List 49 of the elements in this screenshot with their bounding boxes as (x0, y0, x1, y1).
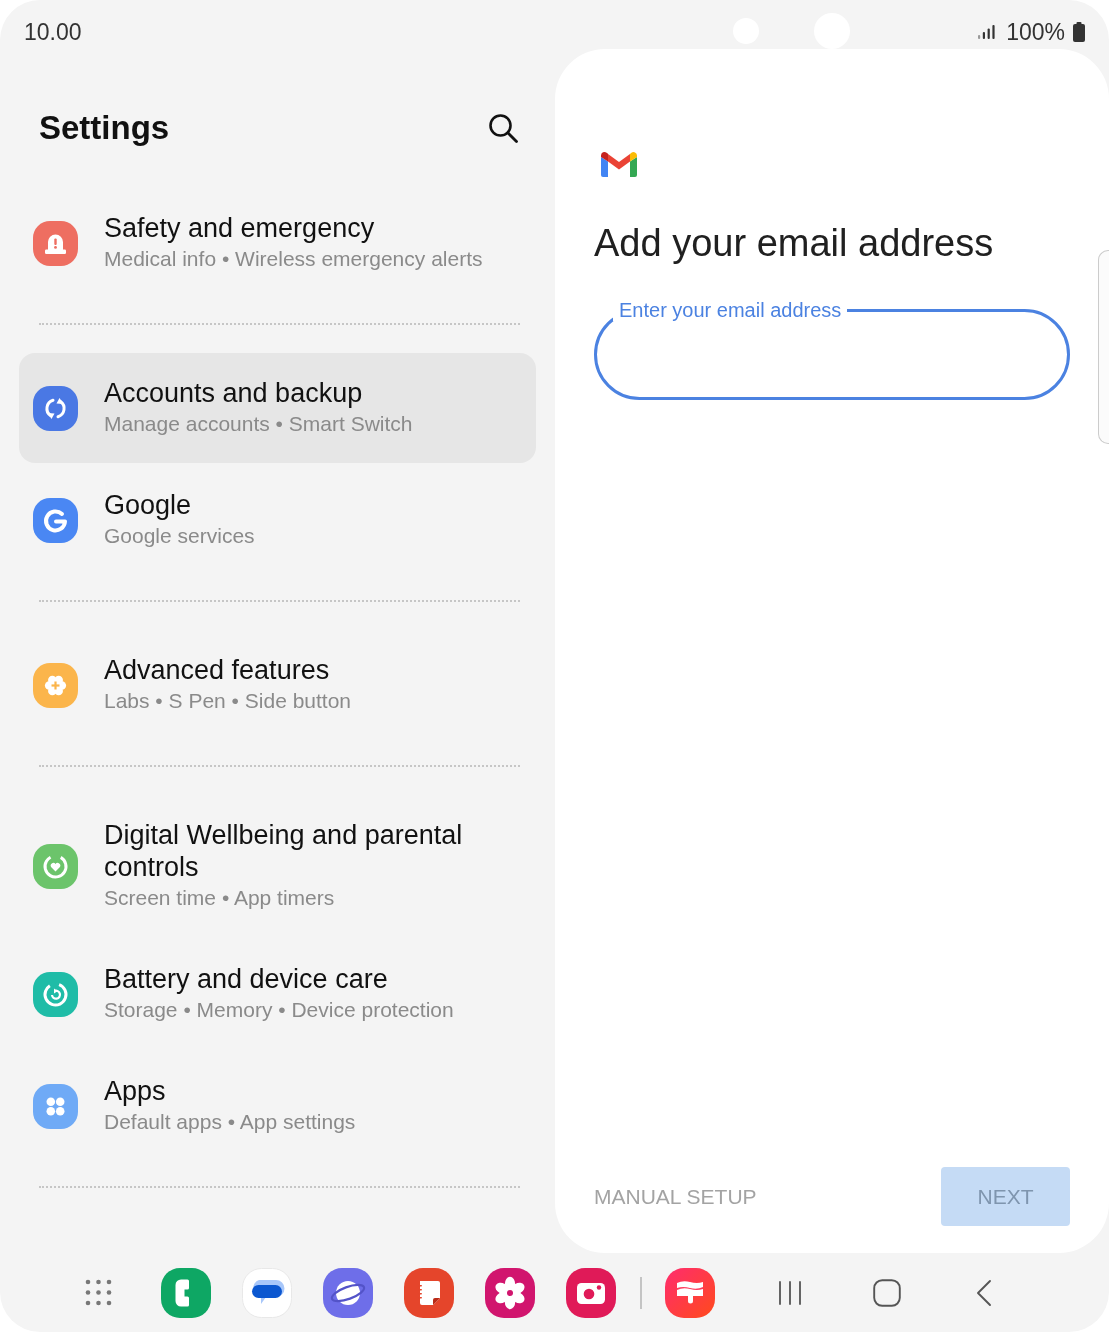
camera-app-icon[interactable] (566, 1267, 616, 1318)
app-grid-icon[interactable] (85, 1279, 112, 1306)
settings-item[interactable]: Advanced features Labs • S Pen • Side button (19, 630, 536, 740)
settings-item[interactable]: Battery and device care Storage • Memory • Device protection (19, 939, 536, 1049)
paintbrush-app-icon[interactable] (665, 1267, 715, 1318)
google-g-icon (33, 497, 78, 543)
settings-item[interactable]: Apps Default apps • App settings (19, 1051, 536, 1161)
item-summary: Medical info • Wireless emergency alerts (104, 246, 483, 272)
planet-app-icon[interactable] (323, 1267, 373, 1318)
item-title: Digital Wellbeing and parental controls (104, 819, 464, 883)
settings-item[interactable]: Safety and emergency Medical info • Wireless emergency alerts (19, 188, 536, 298)
item-title: Safety and emergency (104, 212, 375, 244)
settings-item[interactable]: Digital Wellbeing and parental controls Screen time • App timers (19, 795, 536, 937)
sync-icon (33, 385, 78, 431)
page-heading: Add your email address (594, 221, 995, 265)
signal-icon (978, 25, 996, 39)
item-summary: Storage • Memory • Device protection (104, 997, 454, 1023)
refresh-ring-icon (33, 971, 78, 1017)
battery-percentage: 100% (1006, 20, 1065, 44)
item-title: Google (104, 489, 192, 521)
item-title: Accounts and backup (104, 377, 363, 409)
messages-app-icon[interactable] (242, 1267, 292, 1318)
edge-panel-handle[interactable] (1098, 250, 1109, 444)
home-icon[interactable] (873, 1278, 901, 1307)
heart-ring-icon (33, 843, 78, 889)
notes-app-icon[interactable] (404, 1267, 454, 1318)
item-title: Apps (104, 1075, 166, 1107)
settings-title: Settings (39, 109, 170, 147)
search-icon[interactable] (488, 113, 518, 143)
back-icon[interactable] (976, 1278, 992, 1307)
item-title: Advanced features (104, 654, 330, 686)
flower-app-icon[interactable] (485, 1267, 535, 1318)
settings-item[interactable]: Google Google services (19, 465, 536, 575)
four-dots-icon (33, 1083, 78, 1129)
settings-item[interactable]: Accounts and backup Manage accounts • Smart Switch (19, 353, 536, 463)
item-summary: Screen time • App timers (104, 885, 335, 911)
item-title: Battery and device care (104, 963, 388, 995)
item-summary: Google services (104, 523, 255, 549)
alarm-light-icon (33, 220, 78, 266)
item-summary: Manage accounts • Smart Switch (104, 411, 413, 437)
status-time: 10.00 (24, 20, 82, 44)
email-field[interactable]: Enter your email address (594, 299, 1070, 400)
gmail-logo-icon (599, 149, 639, 179)
gear-plus-icon (33, 662, 78, 708)
phone-app-icon[interactable] (161, 1267, 211, 1318)
item-summary: Default apps • App settings (104, 1109, 356, 1135)
recent-apps-icon[interactable] (777, 1279, 803, 1306)
item-summary: Labs • S Pen • Side button (104, 688, 352, 714)
battery-icon (1073, 22, 1085, 42)
